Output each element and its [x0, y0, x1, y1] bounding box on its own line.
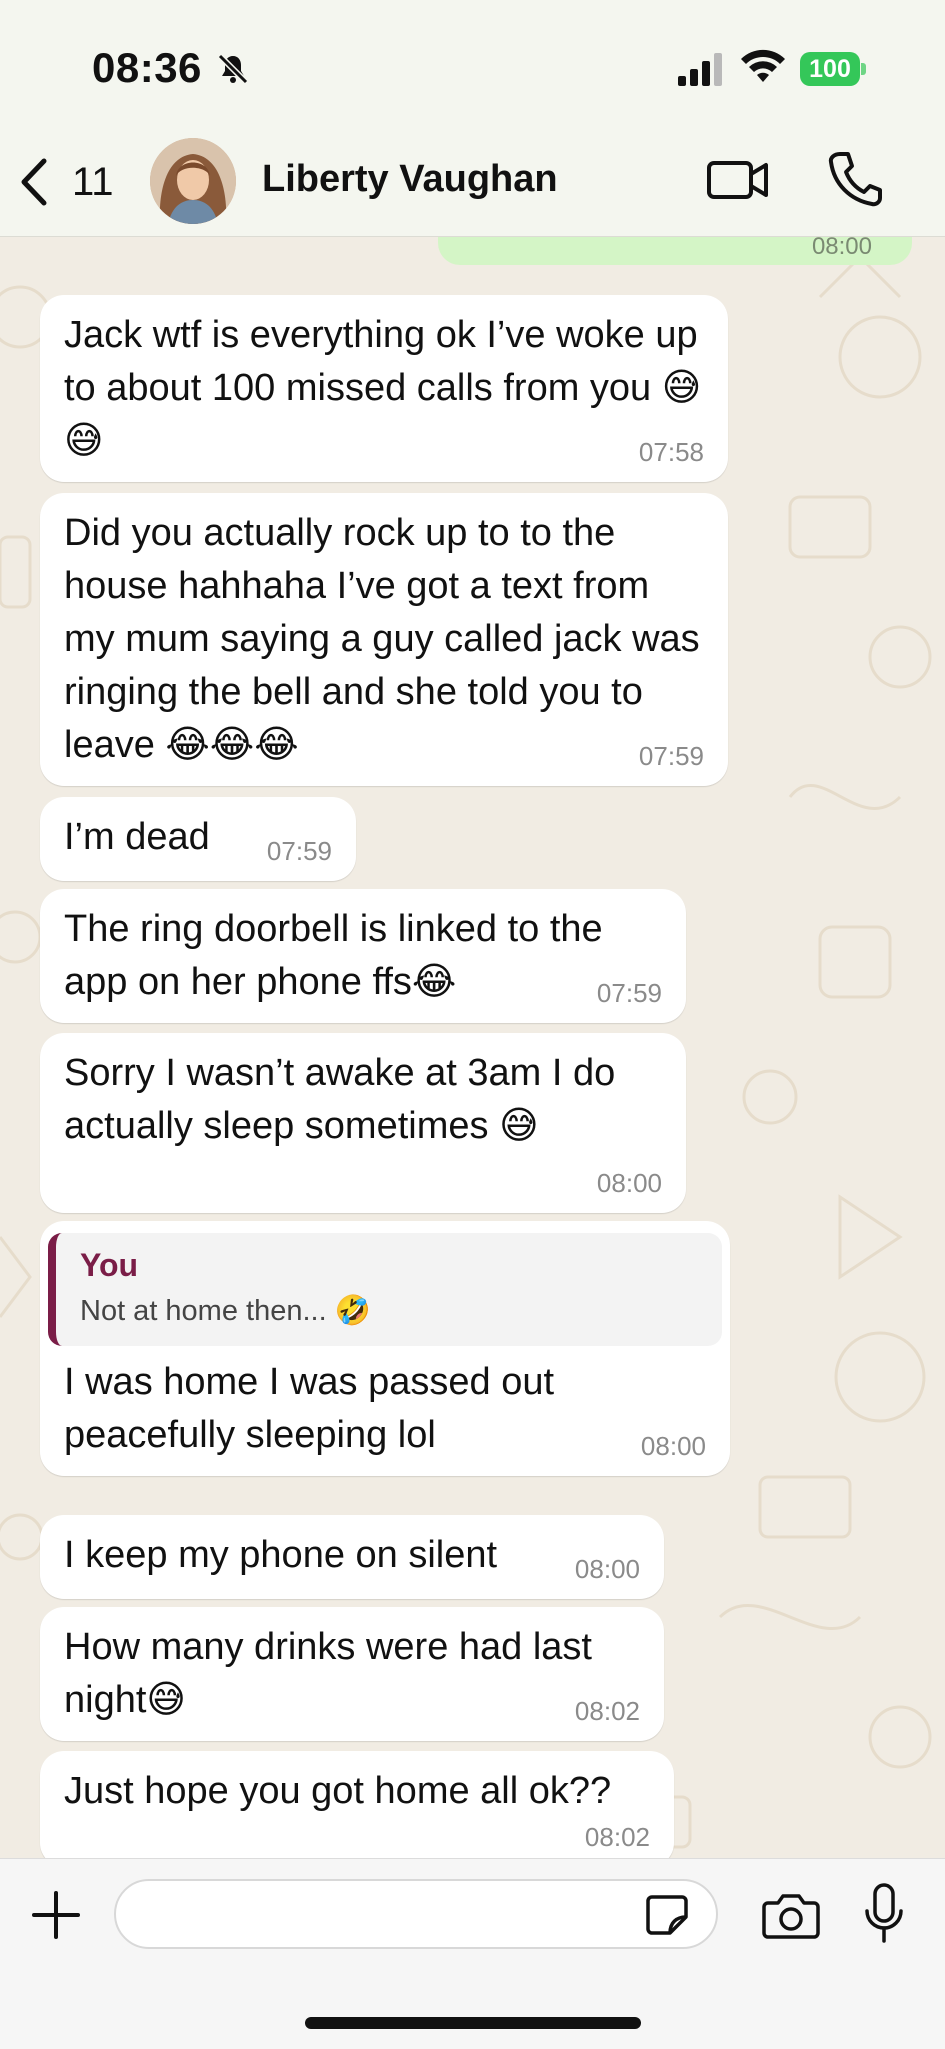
avatar[interactable]: [150, 138, 236, 224]
message-time: 08:00: [811, 237, 872, 260]
reply-message-bubble[interactable]: You Not at home then... 🤣 I was home I w…: [40, 1221, 730, 1476]
microphone-icon[interactable]: [864, 1883, 904, 1945]
message-bubble[interactable]: Just hope you got home all ok?? 08:02: [40, 1751, 674, 1858]
message-text: Did you actually rock up to to the house…: [64, 512, 711, 766]
message-time: 08:02: [574, 1696, 640, 1726]
status-bar: 08:36 100: [0, 0, 945, 130]
message-text: The ring doorbell is linked to the app o…: [64, 908, 614, 1003]
message-time: 08:02: [584, 1822, 650, 1852]
message-bubble[interactable]: Did you actually rock up to to the house…: [40, 493, 728, 786]
video-camera-icon[interactable]: [706, 154, 770, 206]
battery-icon: 100: [800, 52, 866, 86]
message-text: Sorry I wasn’t awake at 3am I do actuall…: [64, 1052, 626, 1147]
home-indicator[interactable]: [305, 2017, 641, 2029]
signal-icon: [678, 53, 722, 86]
status-time: 08:36: [92, 44, 202, 91]
sticker-icon[interactable]: [644, 1893, 690, 1937]
quote-author: You: [80, 1247, 139, 1283]
chat-area[interactable]: 08:00 Jack wtf is everything ok I’ve wok…: [0, 237, 945, 1858]
message-time: 08:00: [596, 1168, 662, 1198]
wifi-icon: [741, 49, 785, 82]
camera-icon[interactable]: [762, 1891, 820, 1939]
message-time: 08:00: [640, 1431, 706, 1461]
message-time: 07:58: [638, 437, 704, 467]
message-time: 07:59: [596, 978, 662, 1008]
chat-header: 11 Liberty Vaughan: [0, 130, 945, 237]
phone-icon[interactable]: [826, 150, 882, 208]
message-text: I was home I was passed out peacefully s…: [64, 1361, 565, 1456]
message-bubble[interactable]: Sorry I wasn’t awake at 3am I do actuall…: [40, 1033, 686, 1213]
quote-text: Not at home then... 🤣: [80, 1295, 371, 1327]
composer-bar: [0, 1858, 945, 2049]
message-bubble[interactable]: How many drinks were had last night😅 08:…: [40, 1607, 664, 1741]
contact-name[interactable]: Liberty Vaughan: [262, 158, 558, 201]
plus-icon[interactable]: [30, 1889, 82, 1941]
message-text: How many drinks were had last night😅: [64, 1626, 603, 1721]
message-input[interactable]: [114, 1879, 718, 1949]
bell-slash-icon: [217, 53, 249, 85]
message-text: Jack wtf is everything ok I’ve woke up t…: [64, 314, 709, 462]
message-time: 07:59: [638, 741, 704, 771]
message-time: 07:59: [266, 836, 332, 866]
chevron-left-icon: [21, 158, 47, 206]
battery-level: 100: [800, 52, 860, 86]
message-time: 08:00: [574, 1554, 640, 1584]
message-bubble[interactable]: Jack wtf is everything ok I’ve woke up t…: [40, 295, 728, 482]
message-bubble[interactable]: The ring doorbell is linked to the app o…: [40, 889, 686, 1023]
quoted-message[interactable]: You Not at home then... 🤣: [48, 1233, 722, 1346]
outgoing-message-partial[interactable]: 08:00: [438, 237, 912, 265]
unread-count: 11: [72, 159, 114, 204]
message-text: I keep my phone on silent: [64, 1534, 498, 1576]
message-text: Just hope you got home all ok??: [64, 1770, 612, 1812]
message-bubble[interactable]: I’m dead 07:59: [40, 797, 356, 881]
message-bubble[interactable]: I keep my phone on silent 08:00: [40, 1515, 664, 1599]
back-button[interactable]: 11: [16, 152, 126, 212]
